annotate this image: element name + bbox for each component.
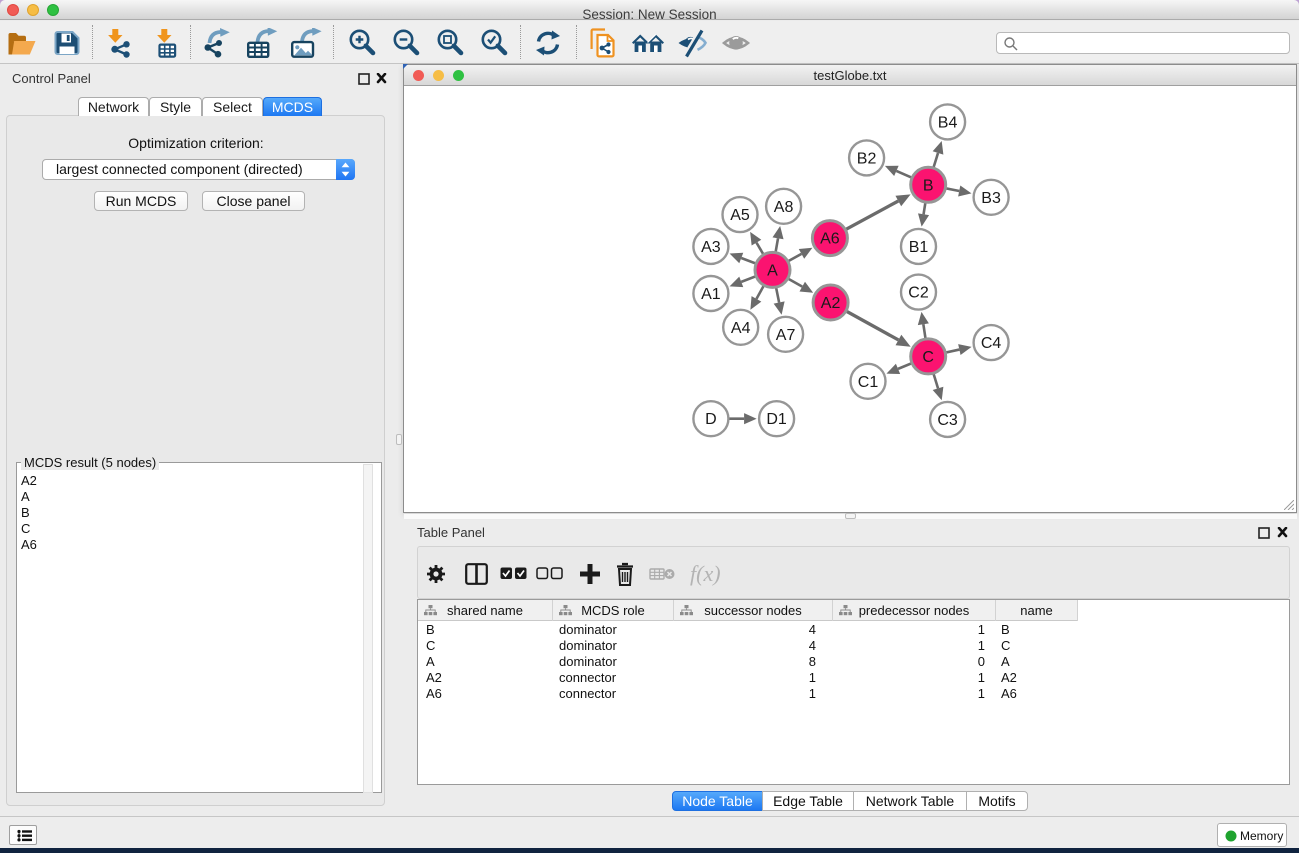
svg-text:A2: A2 <box>821 295 841 312</box>
svg-text:C: C <box>922 349 934 366</box>
svg-text:C2: C2 <box>908 285 929 302</box>
svg-text:B3: B3 <box>981 190 1001 207</box>
svg-text:A: A <box>767 262 778 279</box>
svg-text:C1: C1 <box>858 374 879 391</box>
svg-text:B4: B4 <box>938 114 958 131</box>
svg-text:A8: A8 <box>774 199 794 216</box>
svg-text:A4: A4 <box>731 320 751 337</box>
svg-text:A1: A1 <box>701 286 721 303</box>
svg-text:C4: C4 <box>981 335 1002 352</box>
svg-text:D: D <box>705 411 717 428</box>
svg-text:B: B <box>923 177 934 194</box>
svg-text:A5: A5 <box>730 207 750 224</box>
svg-text:B1: B1 <box>909 239 929 256</box>
svg-text:D1: D1 <box>766 411 787 428</box>
svg-text:A7: A7 <box>776 327 796 344</box>
svg-text:C3: C3 <box>937 412 958 429</box>
svg-text:A6: A6 <box>820 231 840 248</box>
svg-text:B2: B2 <box>857 150 877 167</box>
svg-text:A3: A3 <box>701 239 721 256</box>
